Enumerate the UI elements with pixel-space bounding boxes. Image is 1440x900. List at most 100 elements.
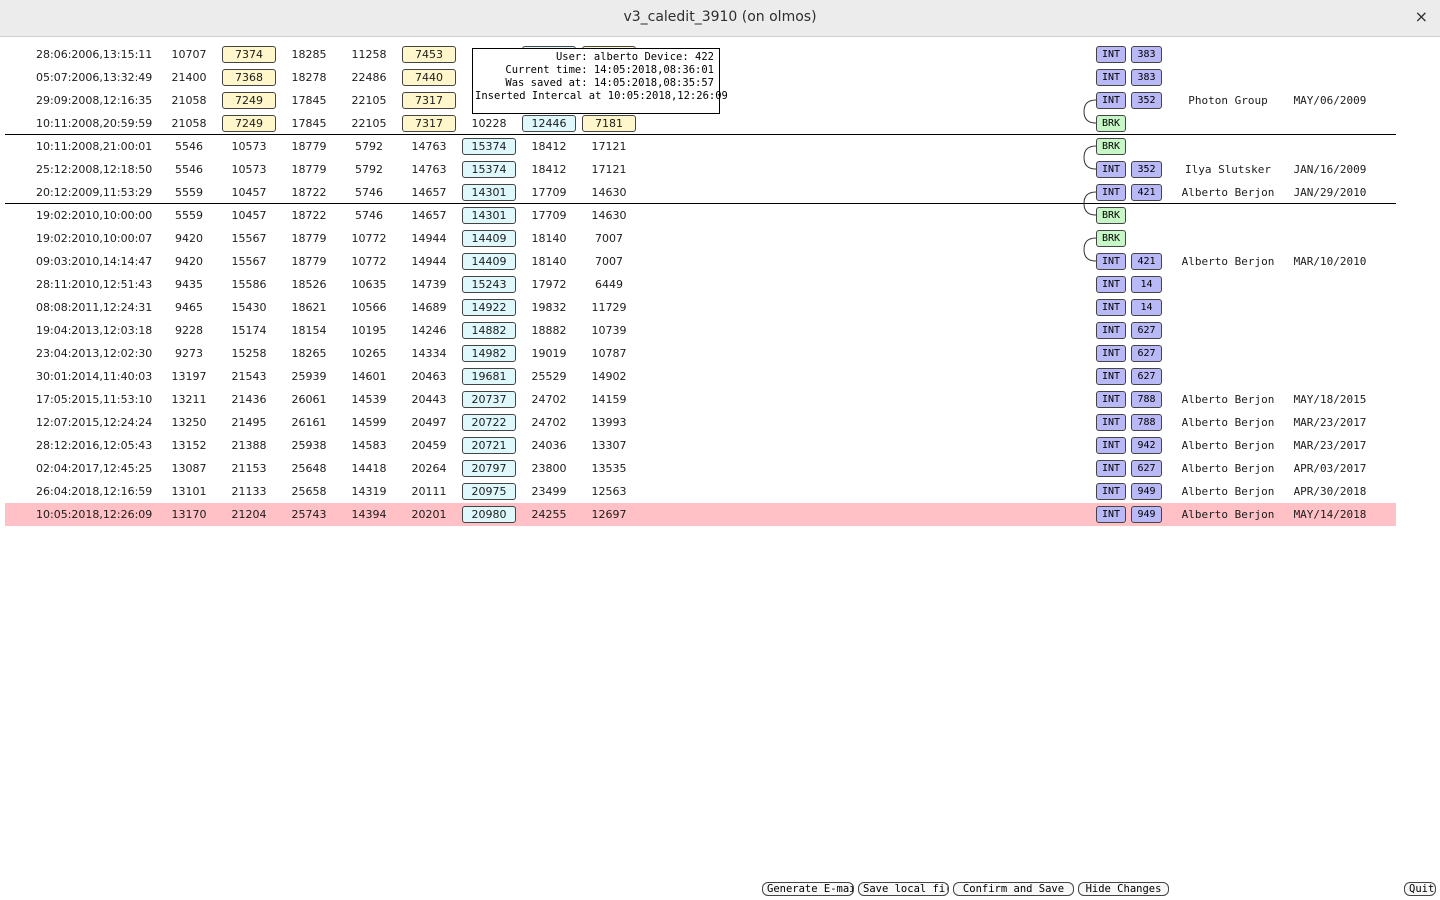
- table-row[interactable]: 10:11:2008,20:59:59 21058 7249 17845 22105 73…: [5, 112, 1396, 135]
- value-cell: 13170: [171, 508, 207, 521]
- table-row[interactable]: 09:03:2010,14:14:47 9420 15567 18779 10772 14…: [5, 250, 1396, 273]
- table-row[interactable]: 10:11:2008,21:00:01 5546 10573 18779 5792 147…: [5, 135, 1396, 158]
- value-cell: 24036: [531, 439, 567, 452]
- value-cell-editable[interactable]: 15243: [462, 276, 516, 293]
- instrument-number-tag[interactable]: 352: [1131, 161, 1162, 178]
- int-tag[interactable]: INT: [1096, 46, 1126, 63]
- instrument-number-tag[interactable]: 627: [1131, 322, 1162, 339]
- value-cell-editable[interactable]: 20975: [462, 483, 516, 500]
- table-row[interactable]: 30:01:2014,11:40:03 13197 21543 25939 14601 2…: [5, 365, 1396, 388]
- instrument-number-tag[interactable]: 627: [1131, 460, 1162, 477]
- instrument-number-tag[interactable]: 627: [1131, 368, 1162, 385]
- int-tag[interactable]: INT: [1096, 460, 1126, 477]
- value-cell: 25939: [291, 370, 327, 383]
- table-row[interactable]: 19:02:2010,10:00:07 9420 15567 18779 10772 14…: [5, 227, 1396, 250]
- instrument-number-tag[interactable]: 383: [1131, 46, 1162, 63]
- value-cell-editable[interactable]: 7317: [402, 92, 456, 109]
- int-tag[interactable]: INT: [1096, 92, 1126, 109]
- brk-tag[interactable]: BRK: [1096, 138, 1126, 155]
- value-cell-editable[interactable]: 7440: [402, 69, 456, 86]
- instrument-number-tag[interactable]: 942: [1131, 437, 1162, 454]
- int-tag[interactable]: INT: [1096, 437, 1126, 454]
- instrument-number-tag[interactable]: 949: [1131, 483, 1162, 500]
- table-row[interactable]: 20:12:2009,11:53:29 5559 10457 18722 5746 146…: [5, 181, 1396, 204]
- int-tag[interactable]: INT: [1096, 368, 1126, 385]
- table-row[interactable]: 02:04:2017,12:45:25 13087 21153 25648 14418 2…: [5, 457, 1396, 480]
- brk-tag[interactable]: BRK: [1096, 207, 1126, 224]
- value-cell-editable[interactable]: 7368: [222, 69, 276, 86]
- value-cell: 14539: [351, 393, 387, 406]
- value-cell-editable[interactable]: 7453: [402, 46, 456, 63]
- value-cell: 20111: [411, 485, 447, 498]
- table-row[interactable]: 12:07:2015,12:24:24 13250 21495 26161 14599 2…: [5, 411, 1396, 434]
- value-cell-editable[interactable]: 15374: [462, 138, 516, 155]
- instrument-number-tag[interactable]: 352: [1131, 92, 1162, 109]
- instrument-number-tag[interactable]: 421: [1131, 253, 1162, 270]
- value-cell: 18779: [291, 140, 327, 153]
- value-cell-editable[interactable]: 15374: [462, 161, 516, 178]
- quit-button[interactable]: Quit: [1404, 882, 1436, 896]
- value-cell-editable[interactable]: 20980: [462, 506, 516, 523]
- value-cell: 14599: [351, 416, 387, 429]
- value-cell-editable[interactable]: 14409: [462, 230, 516, 247]
- instrument-number-tag[interactable]: 383: [1131, 69, 1162, 86]
- value-cell-editable[interactable]: 7249: [222, 92, 276, 109]
- value-cell-editable[interactable]: 14409: [462, 253, 516, 270]
- value-cell: 13211: [171, 393, 207, 406]
- int-tag[interactable]: INT: [1096, 161, 1126, 178]
- value-cell-editable[interactable]: 14882: [462, 322, 516, 339]
- value-cell: 21153: [231, 462, 267, 475]
- int-tag[interactable]: INT: [1096, 345, 1126, 362]
- row-saved-date: MAR/23/2017: [1293, 416, 1367, 429]
- int-tag[interactable]: INT: [1096, 69, 1126, 86]
- hide-changes-button[interactable]: Hide Changes: [1078, 882, 1169, 896]
- table-row[interactable]: 26:04:2018,12:16:59 13101 21133 25658 14319 2…: [5, 480, 1396, 503]
- table-row-selected[interactable]: 10:05:2018,12:26:09 13170 21204 25743 14394 2…: [5, 503, 1396, 526]
- value-cell-editable[interactable]: 14301: [462, 207, 516, 224]
- value-cell-editable[interactable]: 12446: [522, 115, 576, 132]
- instrument-number-tag[interactable]: 14: [1131, 299, 1162, 316]
- table-row[interactable]: 08:08:2011,12:24:31 9465 15430 18621 10566 14…: [5, 296, 1396, 319]
- generate-email-button[interactable]: Generate E-mail: [762, 882, 854, 896]
- value-cell: 21543: [231, 370, 267, 383]
- value-cell-editable[interactable]: 20721: [462, 437, 516, 454]
- value-cell-editable[interactable]: 20737: [462, 391, 516, 408]
- int-tag[interactable]: INT: [1096, 414, 1126, 431]
- value-cell-editable[interactable]: 7374: [222, 46, 276, 63]
- int-tag[interactable]: INT: [1096, 184, 1126, 201]
- table-row[interactable]: 28:11:2010,12:51:43 9435 15586 18526 10635 14…: [5, 273, 1396, 296]
- value-cell-editable[interactable]: 20722: [462, 414, 516, 431]
- brk-tag[interactable]: BRK: [1096, 230, 1126, 247]
- value-cell-editable[interactable]: 7317: [402, 115, 456, 132]
- value-cell-editable[interactable]: 14301: [462, 184, 516, 201]
- instrument-number-tag[interactable]: 949: [1131, 506, 1162, 523]
- int-tag[interactable]: INT: [1096, 322, 1126, 339]
- int-tag[interactable]: INT: [1096, 483, 1126, 500]
- int-tag[interactable]: INT: [1096, 506, 1126, 523]
- value-cell-editable[interactable]: 7181: [582, 115, 636, 132]
- table-row[interactable]: 23:04:2013,12:02:30 9273 15258 18265 10265 14…: [5, 342, 1396, 365]
- table-row[interactable]: 28:12:2016,12:05:43 13152 21388 25938 14583 2…: [5, 434, 1396, 457]
- value-cell-editable[interactable]: 14982: [462, 345, 516, 362]
- value-cell-editable[interactable]: 19681: [462, 368, 516, 385]
- int-tag[interactable]: INT: [1096, 253, 1126, 270]
- table-row[interactable]: 25:12:2008,12:18:50 5546 10573 18779 5792 147…: [5, 158, 1396, 181]
- instrument-number-tag[interactable]: 627: [1131, 345, 1162, 362]
- instrument-number-tag[interactable]: 14: [1131, 276, 1162, 293]
- int-tag[interactable]: INT: [1096, 299, 1126, 316]
- value-cell-editable[interactable]: 7249: [222, 115, 276, 132]
- int-tag[interactable]: INT: [1096, 276, 1126, 293]
- confirm-and-save-button[interactable]: Confirm and Save: [953, 882, 1074, 896]
- int-tag[interactable]: INT: [1096, 391, 1126, 408]
- table-row[interactable]: 17:05:2015,11:53:10 13211 21436 26061 14539 2…: [5, 388, 1396, 411]
- value-cell-editable[interactable]: 20797: [462, 460, 516, 477]
- value-cell-editable[interactable]: 14922: [462, 299, 516, 316]
- table-row[interactable]: 19:04:2013,12:03:18 9228 15174 18154 10195 14…: [5, 319, 1396, 342]
- brk-tag[interactable]: BRK: [1096, 115, 1126, 132]
- table-row[interactable]: 19:02:2010,10:00:00 5559 10457 18722 5746 146…: [5, 204, 1396, 227]
- save-local-file-button[interactable]: Save local file: [858, 882, 949, 896]
- instrument-number-tag[interactable]: 421: [1131, 184, 1162, 201]
- instrument-number-tag[interactable]: 788: [1131, 414, 1162, 431]
- row-user: Alberto Berjon: [1181, 439, 1275, 452]
- instrument-number-tag[interactable]: 788: [1131, 391, 1162, 408]
